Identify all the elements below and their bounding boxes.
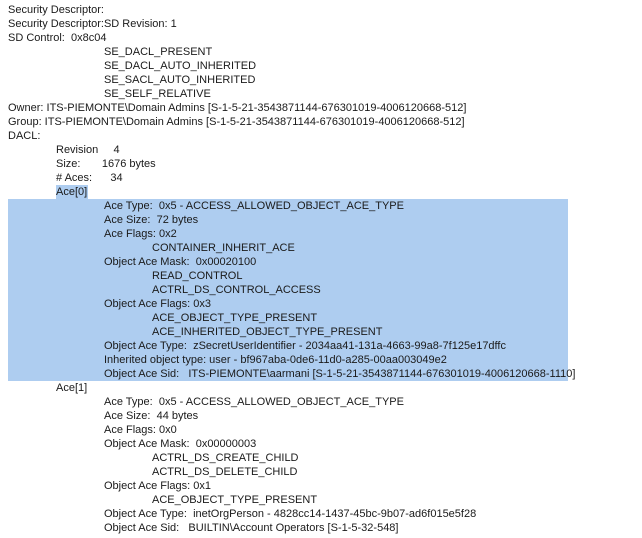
ace-0-object-flag-value: ACE_INHERITED_OBJECT_TYPE_PRESENT (8, 325, 568, 339)
sd-header-line: Security Descriptor: (0, 3, 104, 17)
text-line: Inherited object type: user - bf967aba-0… (104, 354, 447, 366)
text-line: SE_DACL_AUTO_INHERITED (104, 60, 257, 72)
text-line: Object Ace Mask: 0x00020100 (104, 256, 257, 268)
text-line: Ace Size: 44 bytes (104, 410, 199, 422)
text-line: ACE_INHERITED_OBJECT_TYPE_PRESENT (152, 326, 383, 338)
ace-1-object-flags-line: Object Ace Flags: 0x1 (0, 479, 211, 493)
sd-control-flag: SE_DACL_AUTO_INHERITED (0, 59, 256, 73)
text-line: Object Ace Type: zSecretUserIdentifier -… (104, 340, 506, 352)
ace-0-mask-value: READ_CONTROL (8, 269, 568, 283)
ace-0-sid-line: Object Ace Sid: ITS-PIEMONTE\aarmani [S-… (8, 367, 575, 381)
dacl-size-line: Size: 1676 bytes (0, 157, 156, 171)
text-line: Object Ace Sid: ITS-PIEMONTE\aarmani [S-… (104, 368, 576, 380)
dacl-header-line: DACL: (0, 129, 40, 143)
ace-0-flags-line: Ace Flags: 0x2 (8, 227, 568, 241)
text-line: # Aces: 34 (56, 172, 123, 184)
dacl-revision-line: Revision 4 (0, 143, 120, 157)
ace-0-object-flag-value: ACE_OBJECT_TYPE_PRESENT (8, 311, 568, 325)
security-descriptor-text-view[interactable]: Security Descriptor: Security Descriptor… (0, 0, 642, 538)
text-line: Ace Type: 0x5 - ACCESS_ALLOWED_OBJECT_AC… (104, 200, 404, 212)
ace-0-mask-value: ACTRL_DS_CONTROL_ACCESS (8, 283, 568, 297)
sd-revision-line: Security Descriptor:SD Revision: 1 (0, 17, 177, 31)
ace-0-flag-value: CONTAINER_INHERIT_ACE (8, 241, 568, 255)
text-line: Ace Size: 72 bytes (104, 214, 199, 226)
text-line: Security Descriptor: (8, 4, 104, 16)
sd-control-line: SD Control: 0x8c04 (0, 31, 106, 45)
ace-0-size-line: Ace Size: 72 bytes (8, 213, 568, 227)
text-line: Size: 1676 bytes (56, 158, 156, 170)
text-line: Revision 4 (56, 144, 120, 156)
ace-1-mask-value: ACTRL_DS_DELETE_CHILD (0, 465, 298, 479)
text-line: Object Ace Flags: 0x3 (104, 298, 211, 310)
text-line: Group: ITS-PIEMONTE\Domain Admins [S-1-5… (8, 116, 465, 128)
text-line: DACL: (8, 130, 41, 142)
ace-0-object-type-line: Object Ace Type: zSecretUserIdentifier -… (8, 339, 568, 353)
ace-0-mask-line: Object Ace Mask: 0x00020100 (8, 255, 568, 269)
text-line: CONTAINER_INHERIT_ACE (152, 242, 295, 254)
ace-1-object-flag-value: ACE_OBJECT_TYPE_PRESENT (0, 493, 317, 507)
text-line: Ace[0] (56, 185, 89, 199)
text-line: Object Ace Mask: 0x00000003 (104, 438, 257, 450)
text-line: ACE_OBJECT_TYPE_PRESENT (152, 312, 318, 324)
sd-control-flag: SE_SACL_AUTO_INHERITED (0, 73, 255, 87)
ace-0-inherited-type-line: Inherited object type: user - bf967aba-0… (8, 353, 568, 367)
dacl-ace-count-line: # Aces: 34 (0, 171, 123, 185)
text-line: Ace Type: 0x5 - ACCESS_ALLOWED_OBJECT_AC… (104, 396, 404, 408)
text-line: Object Ace Sid: BUILTIN\Account Operator… (104, 522, 399, 534)
text-line: ACTRL_DS_DELETE_CHILD (152, 466, 298, 478)
ace-1-mask-line: Object Ace Mask: 0x00000003 (0, 437, 256, 451)
text-line: Ace Flags: 0x2 (104, 228, 177, 240)
text-line: Object Ace Flags: 0x1 (104, 480, 211, 492)
text-line: Object Ace Type: inetOrgPerson - 4828cc1… (104, 508, 477, 520)
text-line: SE_SACL_AUTO_INHERITED (104, 74, 256, 86)
text-line: ACTRL_DS_CREATE_CHILD (152, 452, 299, 464)
ace-1-header: Ace[1] (0, 381, 87, 395)
text-line: ACTRL_DS_CONTROL_ACCESS (152, 284, 321, 296)
text-line: SD Control: 0x8c04 (8, 32, 107, 44)
ace-0-header: Ace[0] (0, 185, 89, 199)
text-line: SE_DACL_PRESENT (104, 46, 213, 58)
text-line: Owner: ITS-PIEMONTE\Domain Admins [S-1-5… (8, 102, 467, 114)
ace-1-mask-value: ACTRL_DS_CREATE_CHILD (0, 451, 299, 465)
sd-control-flag: SE_DACL_PRESENT (0, 45, 212, 59)
ace-1-type-line: Ace Type: 0x5 - ACCESS_ALLOWED_OBJECT_AC… (0, 395, 404, 409)
text-line: READ_CONTROL (152, 270, 243, 282)
text-line: SE_SELF_RELATIVE (104, 88, 211, 100)
ace-0-type-line: Ace Type: 0x5 - ACCESS_ALLOWED_OBJECT_AC… (8, 199, 568, 213)
ace-0-object-flags-line: Object Ace Flags: 0x3 (8, 297, 568, 311)
text-line: Ace[1] (56, 382, 88, 394)
ace-1-flags-line: Ace Flags: 0x0 (0, 423, 177, 437)
text-line: ACE_OBJECT_TYPE_PRESENT (152, 494, 318, 506)
ace-1-object-type-line: Object Ace Type: inetOrgPerson - 4828cc1… (0, 507, 476, 521)
ace-1-sid-line: Object Ace Sid: BUILTIN\Account Operator… (0, 521, 398, 535)
ace-1-size-line: Ace Size: 44 bytes (0, 409, 198, 423)
text-line: Security Descriptor:SD Revision: 1 (8, 18, 177, 30)
text-line: Ace Flags: 0x0 (104, 424, 177, 436)
group-line: Group: ITS-PIEMONTE\Domain Admins [S-1-5… (0, 115, 465, 129)
sd-control-flag: SE_SELF_RELATIVE (0, 87, 211, 101)
owner-line: Owner: ITS-PIEMONTE\Domain Admins [S-1-5… (0, 101, 466, 115)
